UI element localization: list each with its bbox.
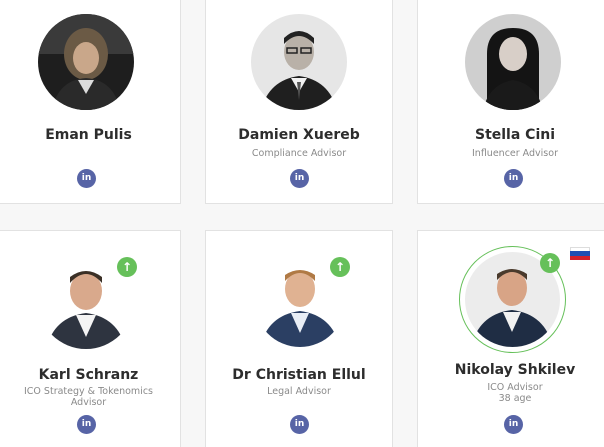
arrow-up-icon: ↑ (330, 257, 350, 277)
avatar-damien-xuereb (251, 14, 347, 110)
member-role: ICO Strategy & Tokenomics Advisor (24, 386, 153, 408)
member-name: Nikolay Shkilev (454, 362, 576, 378)
team-card-stella-cini: Stella Cini Influencer Advisor in (417, 0, 604, 204)
member-role: Compliance Advisor (251, 148, 347, 159)
member-name: Dr Christian Ellul (232, 367, 366, 383)
member-name: Eman Pulis (45, 127, 132, 143)
linkedin-icon[interactable]: in (77, 169, 96, 188)
linkedin-icon[interactable]: in (290, 415, 309, 434)
member-name: Karl Schranz (38, 367, 139, 383)
arrow-up-icon: ↑ (117, 257, 137, 277)
russia-flag-icon (570, 247, 590, 260)
member-name: Stella Cini (474, 127, 556, 143)
linkedin-icon[interactable]: in (504, 169, 523, 188)
team-card-karl-schranz: ↑ Karl Schranz ICO Strategy & Tokenomics… (0, 230, 181, 447)
team-card-christian-ellul: ↑ Dr Christian Ellul Legal Advisor in (205, 230, 393, 447)
team-card-nikolay-shkilev: ↑ Nikolay Shkilev ICO Advisor 38 age in (417, 230, 604, 447)
linkedin-icon[interactable]: in (290, 169, 309, 188)
linkedin-icon[interactable]: in (504, 415, 523, 434)
avatar-eman-pulis (38, 14, 134, 110)
member-age: 38 age (498, 393, 532, 404)
avatar-stella-cini (465, 14, 561, 110)
member-name: Damien Xuereb (238, 127, 360, 143)
linkedin-icon[interactable]: in (77, 415, 96, 434)
member-role: Legal Advisor (267, 386, 331, 397)
member-role: Influencer Advisor (472, 148, 558, 159)
team-card-damien-xuereb: Damien Xuereb Compliance Advisor in (205, 0, 393, 204)
arrow-up-icon: ↑ (540, 253, 560, 273)
team-card-eman-pulis: Eman Pulis in (0, 0, 181, 204)
member-role: ICO Advisor (487, 382, 543, 393)
